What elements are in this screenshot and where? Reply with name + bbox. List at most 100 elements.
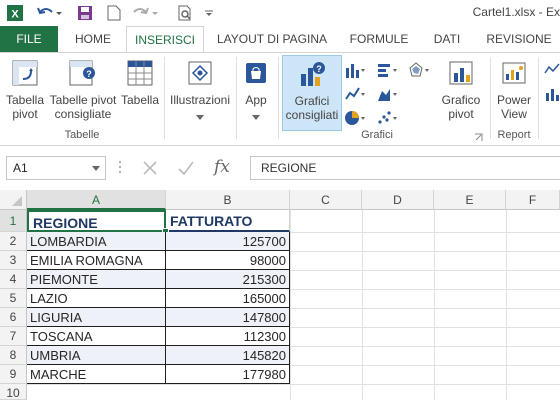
radar-chart-icon[interactable] xyxy=(408,61,430,79)
new-document-icon[interactable] xyxy=(104,3,124,23)
tab-home[interactable]: HOME xyxy=(66,26,120,52)
power-view-button[interactable]: Power View xyxy=(492,59,536,121)
row-header[interactable]: 3 xyxy=(0,251,27,270)
row-header[interactable]: 6 xyxy=(0,308,27,327)
pivot-chart-button[interactable]: Grafico pivot xyxy=(436,59,486,121)
cancel-icon[interactable] xyxy=(140,158,160,181)
illustrations-icon xyxy=(166,59,234,90)
row-header[interactable]: 10 xyxy=(0,384,27,400)
table-cell-regione[interactable]: EMILIA ROMAGNA xyxy=(27,251,166,270)
sparkline-icon[interactable] xyxy=(544,61,560,79)
table-cell-regione[interactable]: PIEMONTE xyxy=(27,270,166,289)
illustrations-label: Illustrazioni xyxy=(169,93,231,107)
svg-text:?: ? xyxy=(316,64,322,74)
pivot-table-label: Tabella pivot xyxy=(5,93,45,121)
table-cell-regione[interactable]: TOSCANA xyxy=(27,327,166,346)
excel-logo-icon: X xyxy=(4,3,26,23)
gridline xyxy=(506,210,507,400)
redo-button[interactable] xyxy=(130,3,162,23)
tab-formule[interactable]: FORMULE xyxy=(344,26,414,52)
chevron-down-icon xyxy=(238,109,274,123)
table-cell-fatturato[interactable]: 147800 xyxy=(166,308,290,327)
ribbon: Tabella pivot ? Tabelle pivot consigliat… xyxy=(0,52,560,146)
more-options-icon xyxy=(118,160,122,177)
tab-file[interactable]: FILE xyxy=(0,26,58,52)
column-header-a[interactable]: A xyxy=(27,190,166,210)
table-cell-regione[interactable]: LIGURIA xyxy=(27,308,166,327)
chevron-down-icon xyxy=(92,166,100,171)
recommended-charts-icon: ? xyxy=(283,60,341,91)
scatter-chart-icon[interactable] xyxy=(376,109,398,127)
table-cell-fatturato[interactable]: 112300 xyxy=(166,327,290,346)
column-header-d[interactable]: D xyxy=(362,190,434,210)
formula-input[interactable]: REGIONE xyxy=(250,156,560,180)
select-all-corner[interactable] xyxy=(0,190,27,210)
tab-inserisci[interactable]: INSERISCI xyxy=(126,26,204,53)
table-header-fatturato[interactable]: FATTURATO xyxy=(166,210,290,232)
line-chart-icon[interactable] xyxy=(344,85,366,103)
row-header[interactable]: 1 xyxy=(0,210,27,232)
row-header[interactable]: 4 xyxy=(0,270,27,289)
column-header-f[interactable]: F xyxy=(506,190,560,210)
table-cell-fatturato[interactable]: 177980 xyxy=(166,365,290,384)
name-box-value: A1 xyxy=(13,161,28,175)
table-cell-fatturato[interactable]: 125700 xyxy=(166,232,290,251)
print-preview-icon[interactable] xyxy=(174,3,196,23)
group-separator xyxy=(490,57,491,139)
insert-function-icon[interactable]: fx xyxy=(214,157,230,177)
window-title: Cartel1.xlsx - Ex xyxy=(472,5,560,19)
illustrations-button[interactable]: Illustrazioni xyxy=(166,59,234,123)
column-header-e[interactable]: E xyxy=(434,190,506,210)
recommended-pivot-label: Tabelle pivot consigliate xyxy=(49,93,117,121)
power-view-label: Power View xyxy=(496,93,531,121)
pivot-table-button[interactable]: Tabella pivot xyxy=(2,59,48,121)
recommended-pivot-button[interactable]: ? Tabelle pivot consigliate xyxy=(48,59,118,121)
row-header[interactable]: 7 xyxy=(0,327,27,346)
table-header-regione[interactable]: REGIONE xyxy=(27,210,166,232)
table-cell-fatturato[interactable]: 98000 xyxy=(166,251,290,270)
undo-button[interactable] xyxy=(34,3,64,23)
pivot-table-icon xyxy=(2,59,48,90)
title-bar: X Cartel1.xlsx - Ex xyxy=(0,0,560,26)
save-icon[interactable] xyxy=(74,3,96,23)
row-header[interactable]: 8 xyxy=(0,346,27,365)
row-header[interactable]: 9 xyxy=(0,365,27,384)
table-cell-regione[interactable]: UMBRIA xyxy=(27,346,166,365)
pivot-chart-icon xyxy=(436,59,486,90)
sparkline-column-icon[interactable] xyxy=(544,85,560,103)
pivot-chart-label: Grafico pivot xyxy=(441,93,481,121)
group-separator xyxy=(278,57,279,139)
column-header-c[interactable]: C xyxy=(290,190,362,210)
group-separator xyxy=(538,57,539,139)
recommended-charts-button[interactable]: ? Grafici consigliati xyxy=(282,55,342,131)
row-header[interactable]: 2 xyxy=(0,232,27,251)
area-chart-icon[interactable] xyxy=(376,85,398,103)
column-header-b[interactable]: B xyxy=(166,190,290,210)
column-chart-icon[interactable] xyxy=(344,61,366,79)
apps-button[interactable]: App xyxy=(238,59,274,123)
name-box[interactable]: A1 xyxy=(6,156,106,180)
group-grafici-label: Grafici xyxy=(361,129,393,141)
enter-icon[interactable] xyxy=(176,158,196,181)
row-header[interactable]: 5 xyxy=(0,289,27,308)
table-button[interactable]: Tabella xyxy=(118,59,162,107)
tab-revisione[interactable]: REVISIONE xyxy=(478,26,560,52)
group-separator xyxy=(164,57,165,139)
pie-chart-icon[interactable] xyxy=(344,109,366,127)
customize-toolbar-icon[interactable] xyxy=(202,3,216,23)
table-cell-fatturato[interactable]: 145820 xyxy=(166,346,290,365)
dialog-launcher-icon[interactable] xyxy=(474,131,483,145)
table-cell-fatturato[interactable]: 215300 xyxy=(166,270,290,289)
recommended-charts-label: Grafici consigliati xyxy=(285,94,339,122)
table-cell-regione[interactable]: LOMBARDIA xyxy=(27,232,166,251)
chevron-down-icon xyxy=(166,109,234,123)
table-cell-regione[interactable]: LAZIO xyxy=(27,289,166,308)
svg-text:?: ? xyxy=(86,69,92,79)
tab-dati[interactable]: DATI xyxy=(424,26,470,52)
tab-layout-di-pagina[interactable]: LAYOUT DI PAGINA xyxy=(210,26,334,52)
hierarchy-chart-icon[interactable] xyxy=(376,61,398,79)
table-cell-regione[interactable]: MARCHE xyxy=(27,365,166,384)
table-cell-fatturato[interactable]: 165000 xyxy=(166,289,290,308)
spreadsheet-grid[interactable]: A B C D E F 1 2 3 4 5 6 7 8 9 10 REGIONE… xyxy=(0,190,560,400)
svg-text:X: X xyxy=(11,9,19,21)
